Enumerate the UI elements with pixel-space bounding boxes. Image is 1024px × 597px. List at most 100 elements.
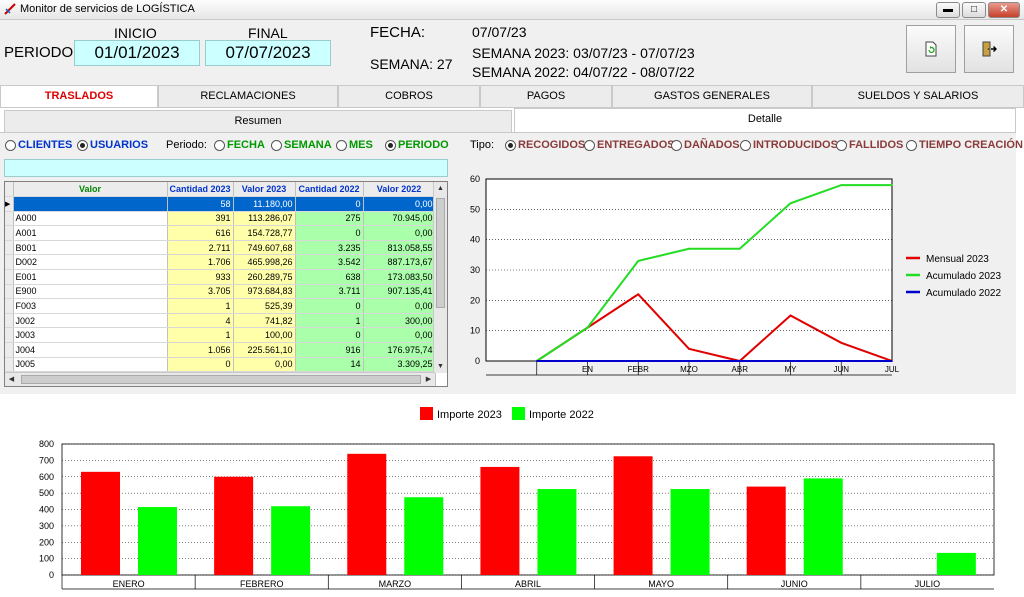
cell-valor: J004 — [13, 342, 168, 358]
radio-label: INTRODUCIDOS — [753, 139, 838, 151]
cell-cantidad-2022: 638 — [295, 269, 364, 285]
tab-pagos[interactable]: PAGOS — [480, 85, 612, 107]
radio-mes[interactable]: MES — [336, 139, 373, 151]
data-point — [535, 360, 538, 362]
data-point — [738, 360, 741, 362]
cell-valor-2023: 525,39 — [233, 298, 296, 314]
tab-sueldos-salarios[interactable]: SUELDOS Y SALARIOS — [812, 85, 1024, 107]
maximize-button[interactable]: □ — [962, 2, 986, 18]
radio-label: CLIENTES — [18, 139, 73, 151]
table-row[interactable]: A000 391 113.286,07 275 70.945,00 — [5, 211, 436, 227]
cell-cantidad-2022: 14 — [295, 357, 364, 373]
tab-gastos-generales[interactable]: GASTOS GENERALES — [612, 85, 812, 107]
filter-input-bar[interactable] — [4, 159, 448, 177]
scroll-thumb[interactable] — [436, 198, 445, 308]
table-row[interactable]: J005 0 0,00 14 3.309,25 — [5, 357, 436, 373]
bar-x-tick-label: MAYO — [648, 579, 674, 589]
table-row[interactable]: A001 616 154.728,77 0 0,00 — [5, 225, 436, 241]
subtab-detalle[interactable]: Detalle — [514, 108, 1016, 132]
data-point — [637, 293, 640, 296]
minimize-button[interactable]: ▬ — [936, 2, 960, 18]
scroll-up-icon[interactable]: ▲ — [434, 182, 447, 195]
data-point — [789, 314, 792, 317]
radio-circle — [5, 139, 16, 151]
scroll-left-icon[interactable]: ◀ — [5, 373, 18, 386]
radio-entregados[interactable]: ENTREGADOS — [584, 139, 675, 151]
cell-valor: F003 — [13, 298, 168, 314]
subtab-resumen[interactable]: Resumen — [4, 110, 512, 132]
data-grid: Valor Cantidad 2023 Valor 2023 Cantidad … — [4, 181, 448, 387]
radio-usuarios[interactable]: USUARIOS — [77, 139, 148, 151]
cell-valor: A001 — [13, 225, 168, 241]
table-row[interactable]: J003 1 100,00 0 0,00 — [5, 327, 436, 344]
bar-0 — [347, 453, 387, 575]
table-row[interactable]: ▶ 58 11.180,00 0 0,00 — [5, 196, 436, 212]
table-row[interactable]: E900 3.705 973.684,83 3.711 907.135,41 — [5, 284, 436, 300]
vertical-scrollbar[interactable]: ▲ ▼ — [433, 182, 447, 373]
data-point — [586, 360, 589, 362]
close-button[interactable]: ✕ — [988, 2, 1020, 18]
radio-recogidos[interactable]: RECOGIDOS — [505, 139, 585, 151]
bar-1 — [404, 497, 444, 575]
tab-reclamaciones[interactable]: RECLAMACIONES — [158, 85, 338, 107]
cell-cantidad-2023: 3.705 — [167, 284, 234, 300]
scroll-down-icon[interactable]: ▼ — [434, 360, 447, 373]
table-row[interactable]: J004 1.056 225.561,10 916 176.975,74 — [5, 342, 436, 358]
radio-fallidos[interactable]: FALLIDOS — [836, 139, 903, 151]
horizontal-scrollbar[interactable]: ◀ ▶ — [5, 372, 435, 386]
scroll-right-icon[interactable]: ▶ — [422, 373, 435, 386]
bar-0 — [746, 486, 786, 575]
table-row[interactable]: E001 933 260.289,75 638 173.083,50 — [5, 269, 436, 285]
cell-valor-2023: 749.607,68 — [233, 240, 296, 256]
bar-y-tick-label: 800 — [39, 439, 54, 449]
row-indicator — [5, 327, 14, 344]
table-row[interactable]: B001 2.711 749.607,68 3.235 813.058,55 — [5, 240, 436, 256]
table-row[interactable]: F003 1 525,39 0 0,00 — [5, 298, 436, 314]
bar-x-tick-label: JULIO — [915, 579, 941, 589]
refresh-icon — [925, 41, 937, 57]
cell-valor-2022: 173.083,50 — [363, 269, 436, 285]
radio-danados[interactable]: DAÑADOS — [671, 139, 740, 151]
cell-valor-2022: 0,00 — [363, 196, 436, 212]
data-point — [688, 247, 690, 250]
column-header-cantidad-2023[interactable]: Cantidad 2023 — [167, 182, 234, 198]
column-header-valor[interactable]: Valor — [13, 182, 168, 198]
data-point — [688, 360, 690, 362]
final-date-input[interactable]: 07/07/2023 — [205, 40, 331, 66]
row-indicator — [5, 225, 14, 241]
radio-periodo[interactable]: PERIODO — [385, 139, 449, 151]
row-indicator — [5, 342, 14, 358]
row-indicator — [5, 298, 14, 314]
radio-introducidos[interactable]: INTRODUCIDOS — [740, 139, 838, 151]
data-point — [688, 348, 690, 350]
tab-traslados[interactable]: TRASLADOS — [0, 85, 158, 108]
y-tick-label: 40 — [470, 235, 480, 245]
cell-valor-2022: 907.135,41 — [363, 284, 436, 300]
inicio-date-input[interactable]: 01/01/2023 — [74, 40, 200, 66]
radio-tiempo-creacion[interactable]: TIEMPO CREACIÓN — [906, 139, 1023, 151]
cell-cantidad-2022: 0 — [295, 298, 364, 314]
table-row[interactable]: J002 4 741,82 1 300,00 — [5, 313, 436, 329]
cell-cantidad-2023: 391 — [167, 211, 234, 227]
cell-valor-2023: 0,00 — [233, 357, 296, 373]
scroll-thumb-horizontal[interactable] — [21, 375, 421, 384]
radio-semana[interactable]: SEMANA — [271, 139, 332, 151]
bar-0 — [613, 456, 653, 575]
bar-1 — [803, 478, 843, 575]
table-row[interactable]: D002 1.706 465.998,26 3.542 887.173,67 — [5, 254, 436, 271]
cell-cantidad-2022: 0 — [295, 225, 364, 241]
row-indicator — [5, 240, 14, 256]
tab-cobros[interactable]: COBROS — [338, 85, 480, 107]
column-header-cantidad-2022[interactable]: Cantidad 2022 — [295, 182, 364, 198]
cell-valor-2022: 3.309,25 — [363, 357, 436, 373]
column-header-valor-2023[interactable]: Valor 2023 — [233, 182, 296, 198]
cell-cantidad-2022: 3.711 — [295, 284, 364, 300]
cell-cantidad-2022: 1 — [295, 313, 364, 329]
refresh-button[interactable] — [906, 25, 956, 73]
radio-clientes[interactable]: CLIENTES — [5, 139, 72, 151]
cell-cantidad-2023: 58 — [167, 196, 234, 212]
exit-button[interactable] — [964, 25, 1014, 73]
column-header-valor-2022[interactable]: Valor 2022 — [363, 182, 436, 198]
y-tick-label: 60 — [470, 174, 480, 184]
radio-fecha[interactable]: FECHA — [214, 139, 265, 151]
